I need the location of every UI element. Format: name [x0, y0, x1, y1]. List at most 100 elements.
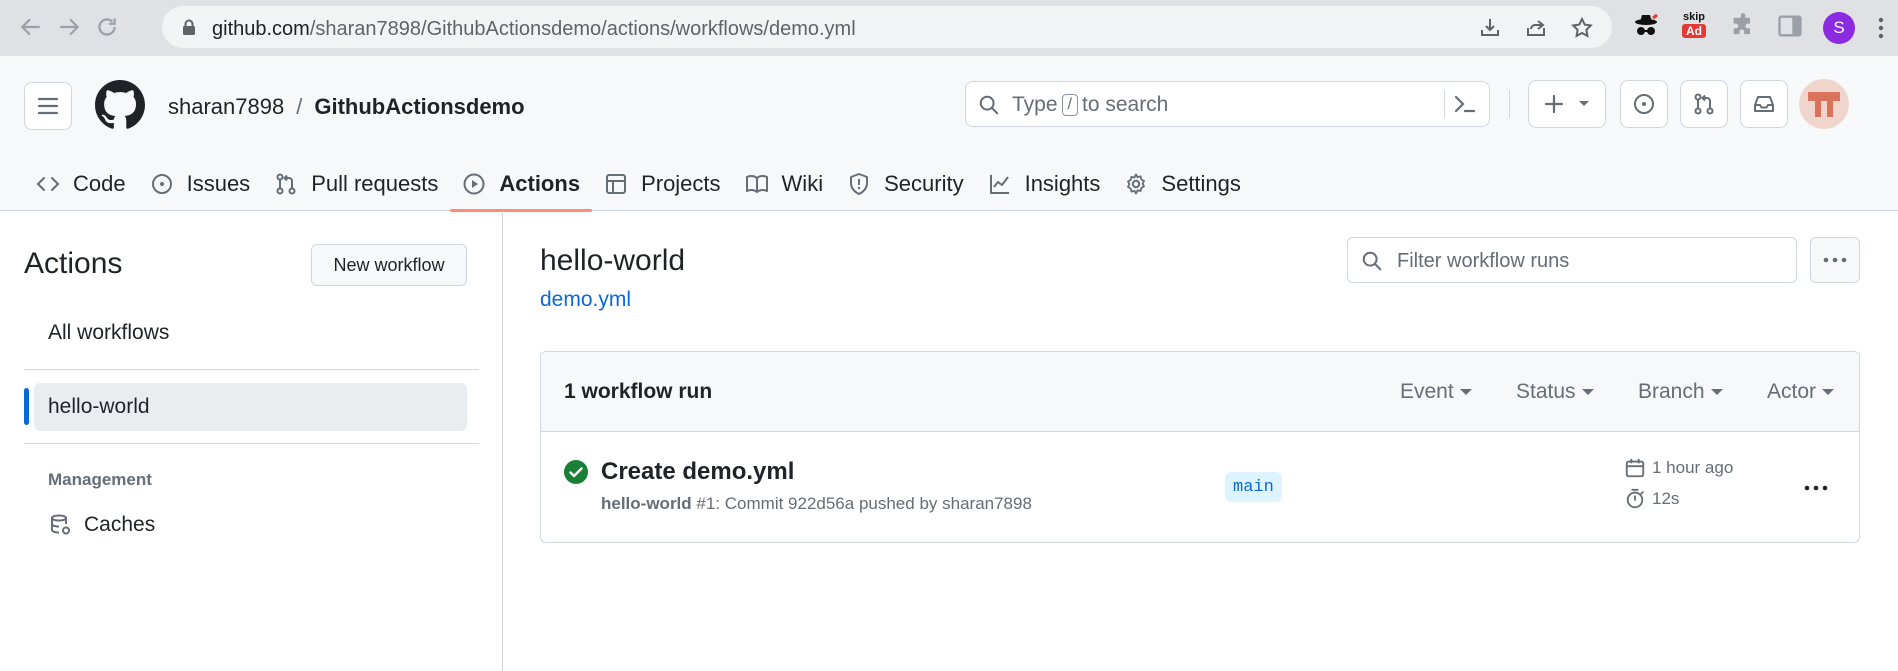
address-bar[interactable]: github.com/sharan7898/GithubActionsdemo/… [162, 6, 1612, 48]
run-title-link[interactable]: Create demo.yml [601, 458, 794, 486]
kebab-horizontal-icon [1804, 485, 1828, 491]
new-workflow-button[interactable]: New workflow [311, 244, 467, 286]
pull-request-icon [276, 173, 296, 195]
workflow-run-row[interactable]: Create demo.yml hello-world #1: Commit 9… [541, 432, 1859, 542]
tab-label: Pull requests [311, 171, 439, 196]
inbox-icon [1754, 96, 1774, 112]
tab-actions[interactable]: Actions [450, 158, 592, 212]
gear-icon [1127, 173, 1146, 195]
share-icon[interactable] [1524, 16, 1548, 40]
tab-label: Security [884, 171, 964, 196]
repo-header: sharan7898 / GithubActionsdemo Type / to sea… [0, 56, 1898, 212]
sidebar-icon[interactable] [1776, 12, 1806, 42]
forward-button[interactable] [56, 14, 82, 40]
kebab-horizontal-icon [1823, 257, 1847, 263]
tab-label: Code [73, 171, 126, 196]
book-icon [745, 174, 768, 193]
tab-projects[interactable]: Projects [592, 158, 732, 210]
tab-wiki[interactable]: Wiki [733, 158, 836, 210]
back-button[interactable] [18, 14, 44, 40]
runs-count: 1 workflow run [564, 380, 713, 403]
status-filter-dropdown[interactable]: Status [1516, 380, 1594, 404]
tab-settings[interactable]: Settings [1112, 158, 1253, 210]
url-text: github.com/sharan7898/GithubActionsdemo/… [212, 18, 856, 40]
sidebar-divider [24, 443, 479, 444]
actor-filter-dropdown[interactable]: Actor [1767, 380, 1835, 404]
code-icon [36, 177, 60, 191]
github-logo-icon[interactable] [95, 80, 145, 130]
tab-pull-requests[interactable]: Pull requests [262, 158, 450, 210]
tab-label: Issues [186, 171, 251, 196]
sidebar-item-label: Caches [84, 513, 156, 536]
active-indicator [24, 388, 29, 425]
tab-label: Settings [1161, 171, 1241, 196]
sidebar-divider [24, 369, 479, 370]
command-palette-icon[interactable] [1453, 93, 1477, 115]
issues-button[interactable] [1620, 80, 1668, 128]
caret-down-icon [1581, 389, 1594, 395]
repo-name-link[interactable]: GithubActionsdemo [314, 94, 524, 119]
workflow-file-link[interactable]: demo.yml [540, 288, 631, 312]
slash-key-hint: / [1061, 94, 1078, 116]
header-divider [1509, 90, 1510, 118]
all-workflows-link[interactable]: All workflows [48, 321, 169, 345]
tab-code[interactable]: Code [24, 158, 138, 210]
search-input[interactable]: Type / to search [965, 81, 1490, 127]
sidebar-item-caches[interactable]: Caches [48, 513, 155, 537]
sidebar-section-heading: Management [48, 470, 152, 489]
run-options-button[interactable] [1800, 474, 1832, 502]
branch-label[interactable]: main [1225, 472, 1282, 502]
search-icon [1362, 251, 1382, 271]
caret-down-icon [1459, 389, 1472, 395]
search-icon [979, 95, 999, 115]
actions-sidebar: Actions New workflow All workflows hello… [0, 211, 503, 671]
spy-extension-icon[interactable] [1631, 12, 1661, 42]
arrow-right-icon [60, 18, 80, 36]
branch-filter-dropdown[interactable]: Branch [1638, 380, 1723, 404]
database-icon [51, 514, 70, 535]
star-bookmark-icon[interactable] [1570, 16, 1594, 40]
tab-insights[interactable]: Insights [976, 158, 1113, 210]
puzzle-extensions-icon[interactable] [1729, 12, 1759, 42]
breadcrumb: sharan7898 / GithubActionsdemo [168, 94, 525, 120]
create-new-button[interactable] [1528, 80, 1606, 128]
calendar-icon [1625, 458, 1645, 478]
tab-label: Wiki [781, 171, 824, 196]
workflow-options-button[interactable] [1810, 237, 1860, 283]
shield-icon [850, 173, 869, 195]
workflow-runs-list: 1 workflow run Event Status Branch Actor… [540, 351, 1860, 543]
repo-tabs: Code Issues Pull requests Actions Projec… [24, 158, 1253, 212]
play-icon [463, 173, 485, 195]
run-duration: 12s [1624, 488, 1679, 510]
filter-workflow-runs-input[interactable]: Filter workflow runs [1347, 237, 1797, 283]
global-nav-button[interactable] [24, 82, 72, 130]
browser-toolbar: github.com/sharan7898/GithubActionsdemo/… [0, 0, 1898, 56]
run-meta: hello-world #1: Commit 922d56a pushed by… [601, 494, 1032, 513]
triangle-down-icon [1579, 101, 1589, 106]
repo-owner-link[interactable]: sharan7898 [168, 94, 284, 119]
plus-icon [1544, 94, 1564, 114]
breadcrumb-separator: / [296, 94, 303, 119]
workflow-title: hello-world [540, 244, 686, 277]
skip-ad-extension-icon[interactable]: skip Ad [1679, 12, 1709, 42]
tab-label: Actions [499, 171, 581, 196]
inbox-button[interactable] [1740, 80, 1788, 128]
filter-placeholder: Filter workflow runs [1397, 250, 1570, 272]
pull-requests-button[interactable] [1680, 80, 1728, 128]
tab-label: Insights [1024, 171, 1101, 196]
user-avatar[interactable] [1799, 79, 1849, 129]
profile-avatar[interactable]: S [1823, 12, 1855, 44]
reload-button[interactable] [94, 14, 120, 40]
install-app-icon[interactable] [1478, 16, 1502, 40]
reload-icon [98, 18, 116, 36]
hamburger-icon [37, 97, 59, 115]
caret-down-icon [1710, 389, 1723, 395]
sidebar-item-label: hello-world [48, 395, 150, 418]
browser-menu-icon[interactable] [1878, 16, 1884, 40]
run-time-ago: 1 hour ago [1624, 457, 1733, 479]
graph-icon [989, 175, 1009, 194]
tab-issues[interactable]: Issues [138, 158, 263, 210]
event-filter-dropdown[interactable]: Event [1400, 380, 1472, 404]
caret-down-icon [1822, 389, 1835, 395]
tab-security[interactable]: Security [835, 158, 975, 210]
